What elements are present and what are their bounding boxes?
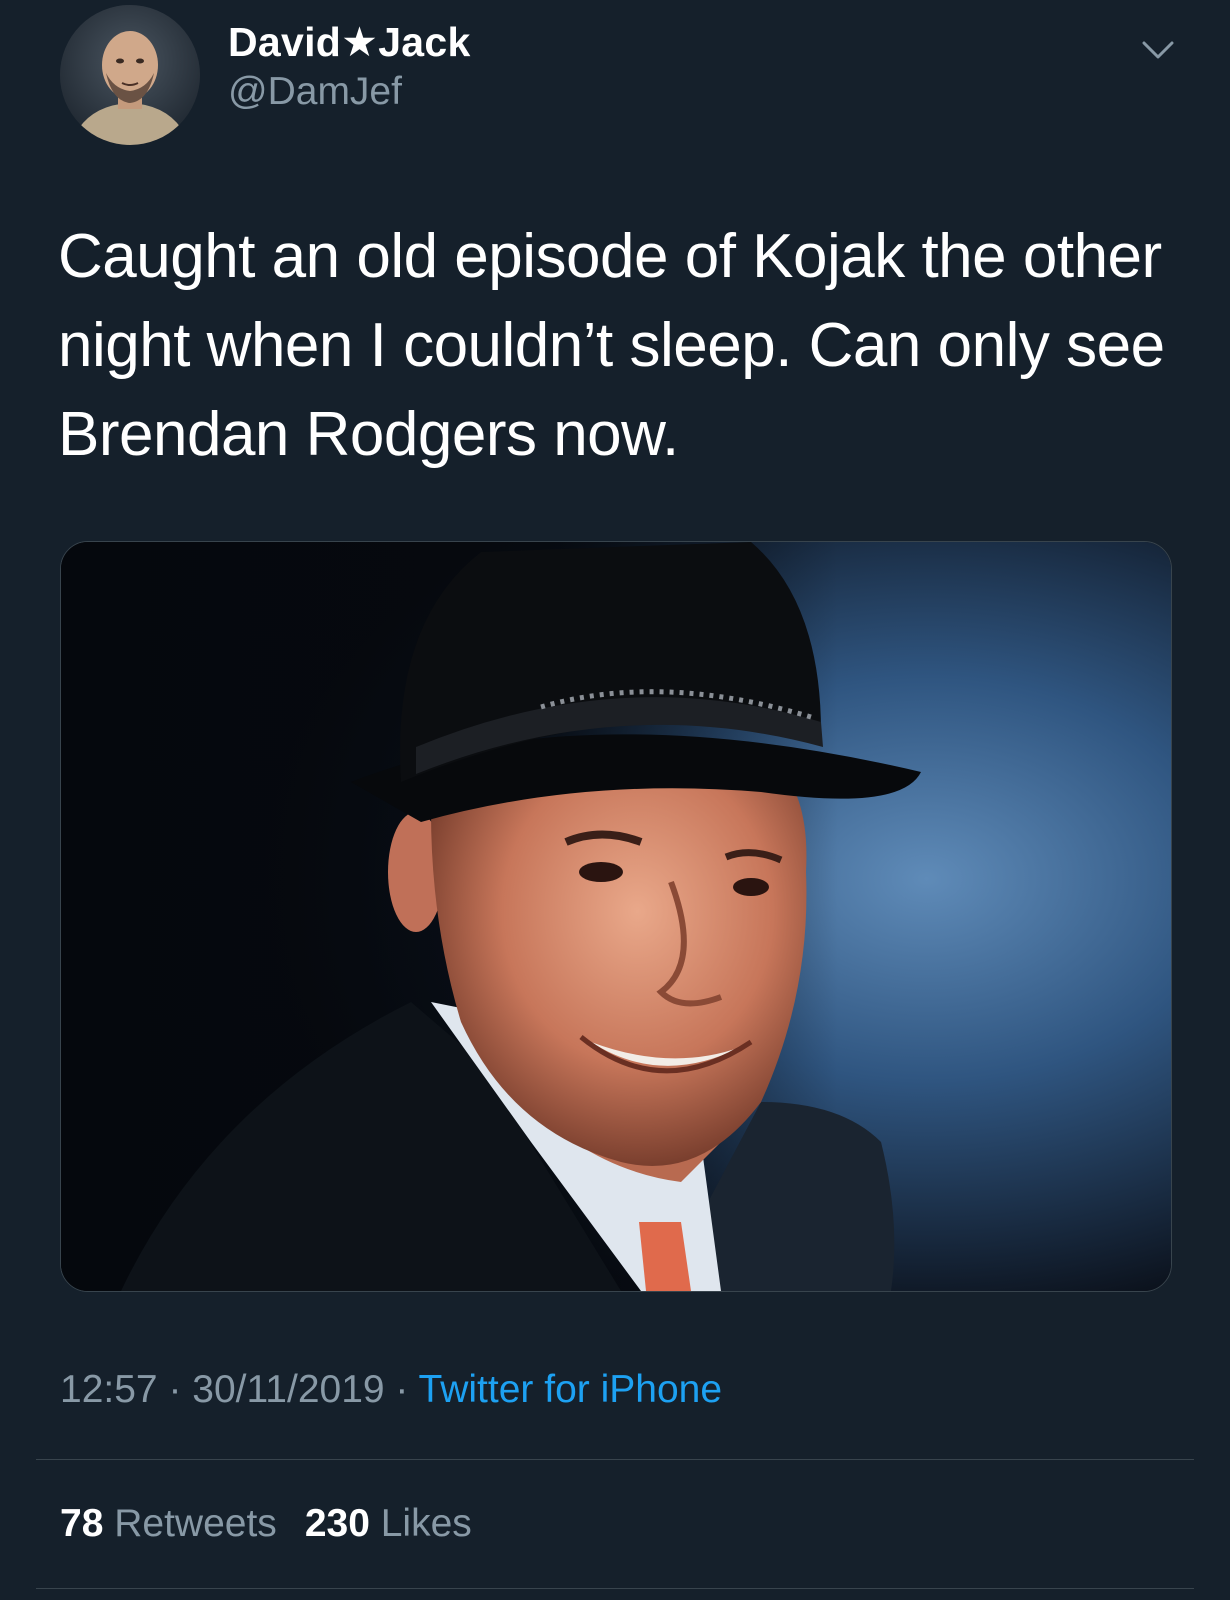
divider [36, 1588, 1194, 1589]
chevron-down-icon[interactable] [1138, 30, 1178, 70]
likes-label: Likes [380, 1502, 472, 1545]
tweet-media-photo[interactable] [60, 541, 1172, 1292]
tweet-stats: 78 Retweets 230 Likes [60, 1502, 472, 1546]
author-display-name[interactable]: David★Jack [228, 18, 471, 66]
tweet-time[interactable]: 12:57 [60, 1368, 158, 1411]
likes-count: 230 [304, 1502, 370, 1545]
meta-separator: · [384, 1368, 419, 1411]
retweets-label: Retweets [114, 1502, 277, 1545]
retweets-count: 78 [60, 1502, 104, 1545]
meta-separator: · [157, 1368, 193, 1411]
retweets-stat[interactable]: 78 Retweets [60, 1502, 277, 1545]
author-handle[interactable]: @DamJef [228, 70, 402, 114]
divider [36, 1459, 1194, 1460]
tweet-text: Caught an old episode of Kojak the other… [58, 222, 1165, 469]
avatar[interactable] [60, 5, 200, 145]
tweet-source-link[interactable]: Twitter for iPhone [419, 1368, 722, 1411]
likes-stat[interactable]: 230 Likes [305, 1502, 472, 1545]
tweet-meta: 12:57 · 30/11/2019 · Twitter for iPhone [60, 1368, 722, 1412]
photo-man-in-fedora [61, 542, 1171, 1291]
profile-photo [60, 5, 200, 145]
tweet-date[interactable]: 30/11/2019 [192, 1368, 384, 1411]
